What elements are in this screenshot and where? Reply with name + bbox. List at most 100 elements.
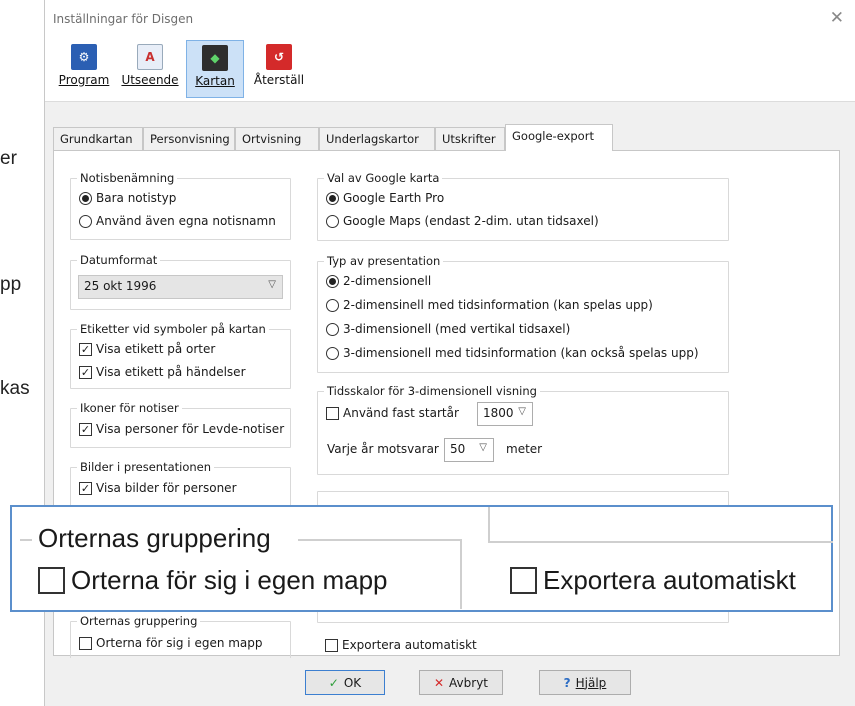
radio-indicator <box>326 214 339 228</box>
datumformat-select[interactable]: 25 okt 1996 ▽ <box>78 275 283 299</box>
radio-indicator <box>79 191 92 205</box>
select-value: 1800 <box>483 406 514 420</box>
radio-indicator <box>326 322 339 336</box>
option-label: Bara notistyp <box>96 191 177 205</box>
divider <box>20 539 32 541</box>
toolbar-label: Återställ <box>253 73 305 87</box>
radio-indicator <box>326 191 339 205</box>
tab-ortvisning[interactable]: Ortvisning <box>235 127 319 150</box>
help-button[interactable]: ? Hjälp <box>539 670 631 695</box>
radio-2d-tid[interactable]: 2-dimensinell med tidsinformation (kan s… <box>326 298 653 312</box>
group-title: Typ av presentation <box>324 254 444 268</box>
checkbox-etikett-orter[interactable]: ✓ Visa etikett på orter <box>79 342 215 356</box>
reset-icon: ↺ <box>266 44 292 70</box>
toolbar-program-button[interactable]: ⚙ Program <box>55 40 113 98</box>
check-icon: ✓ <box>79 481 92 495</box>
toolbar-kartan-button[interactable]: ◆ Kartan <box>186 40 244 98</box>
option-label: Använd fast startår <box>343 406 459 420</box>
radio-egna-notisnamn[interactable]: Använd även egna notisnamn <box>79 214 276 228</box>
radio-indicator <box>326 346 339 360</box>
tab-personvisning[interactable]: Personvisning <box>143 127 235 150</box>
button-label: Avbryt <box>449 675 489 690</box>
checkbox-levde-notiser[interactable]: ✓ Visa personer för Levde-notiser <box>79 422 284 436</box>
checkbox-indicator <box>79 636 92 650</box>
option-label: Exportera automatiskt <box>543 565 796 595</box>
zoom-callout: Orternas gruppering Orterna för sig i eg… <box>10 505 833 612</box>
option-label: Använd även egna notisnamn <box>96 214 276 228</box>
checkbox-exportera-automatiskt[interactable]: Exportera automatiskt <box>325 638 477 652</box>
group-title: Notisbenämning <box>77 171 178 185</box>
divider <box>488 507 490 543</box>
radio-indicator <box>326 298 339 312</box>
startar-select[interactable]: 1800 ▽ <box>477 402 533 426</box>
cancel-button[interactable]: ✕ Avbryt <box>419 670 503 695</box>
ikoner-group: Ikoner för notiser ✓ Visa personer för Le… <box>70 401 291 448</box>
radio-3d-tid[interactable]: 3-dimensionell med tidsinformation (kan … <box>326 346 699 360</box>
option-label: Google Earth Pro <box>343 191 445 205</box>
group-title: Datumformat <box>77 253 161 267</box>
radio-google-maps[interactable]: Google Maps (endast 2-dim. utan tidsaxel… <box>326 214 599 228</box>
tab-utskrifter[interactable]: Utskrifter <box>435 127 505 150</box>
cross-icon: ✕ <box>433 675 445 690</box>
radio-2d[interactable]: 2-dimensionell <box>326 274 431 288</box>
checkbox-indicator <box>326 406 339 420</box>
toolbar-reset-button[interactable]: ↺ Återställ <box>248 40 310 98</box>
checkbox-bilder-personer[interactable]: ✓ Visa bilder för personer <box>79 481 237 495</box>
check-icon: ✓ <box>79 342 92 356</box>
chevron-down-icon: ▽ <box>518 406 526 417</box>
option-label: Visa etikett på orter <box>96 342 216 356</box>
radio-3d[interactable]: 3-dimensionell (med vertikal tidsaxel) <box>326 322 570 336</box>
button-label: Hjälp <box>575 675 607 690</box>
tab-underlagskartor[interactable]: Underlagskartor <box>319 127 435 150</box>
group-title: Tidsskalor för 3-dimensionell visning <box>324 384 540 398</box>
zoom-checkbox-exportera[interactable]: Exportera automatiskt <box>510 565 796 596</box>
checkbox-egen-mapp[interactable]: Orterna för sig i egen mapp <box>79 636 263 650</box>
tab-google-export[interactable]: Google-export <box>505 124 613 151</box>
close-icon[interactable]: ✕ <box>830 8 844 28</box>
help-icon: ? <box>563 675 571 690</box>
checkbox-indicator <box>38 567 65 594</box>
divider <box>488 541 833 543</box>
option-label: Visa personer för Levde-notiser <box>96 422 285 436</box>
option-label: Visa etikett på händelser <box>96 365 246 379</box>
unit-label: meter <box>506 442 543 456</box>
toolbar-label: Program <box>58 73 110 87</box>
radio-google-earth-pro[interactable]: Google Earth Pro <box>326 191 444 205</box>
check-icon: ✓ <box>79 422 92 436</box>
notis-group: Notisbenämning Bara notistyp Använd även… <box>70 171 291 240</box>
zoom-checkbox-egen-mapp[interactable]: Orterna för sig i egen mapp <box>38 565 388 596</box>
divider <box>298 539 460 541</box>
scale-label: Varje år motsvarar <box>327 442 439 456</box>
group-title: Etiketter vid symboler på kartan <box>77 322 269 336</box>
checkmark-icon: ✓ <box>328 675 339 690</box>
toolbar: ⚙ Program A Utseende ◆ Kartan ↺ Återstäl… <box>45 36 855 102</box>
option-label: 3-dimensionell (med vertikal tidsaxel) <box>343 322 571 336</box>
option-label: Exportera automatiskt <box>342 638 477 652</box>
button-label: OK <box>343 675 362 690</box>
option-label: Orterna för sig i egen mapp <box>71 565 388 595</box>
toolbar-label: Kartan <box>195 74 235 88</box>
select-value: 25 okt 1996 <box>84 279 157 293</box>
option-label: 2-dimensinell med tidsinformation (kan s… <box>343 298 653 312</box>
background-text-fragment: er <box>0 148 17 169</box>
toolbar-label: Utseende <box>121 73 179 87</box>
checkbox-indicator <box>510 567 537 594</box>
radio-indicator <box>79 214 92 228</box>
orternas-group: Orternas gruppering Orterna för sig i eg… <box>70 614 291 661</box>
select-value: 50 <box>450 442 466 456</box>
scale-select[interactable]: 50 ▽ <box>444 438 494 462</box>
window-title: Inställningar för Disgen <box>53 12 194 26</box>
checkbox-etikett-handelser[interactable]: ✓ Visa etikett på händelser <box>79 365 246 379</box>
toolbar-utseende-button[interactable]: A Utseende <box>117 40 183 98</box>
tab-grundkartan[interactable]: Grundkartan <box>53 127 143 150</box>
ok-button[interactable]: ✓ OK <box>305 670 385 695</box>
radio-bara-notistyp[interactable]: Bara notistyp <box>79 191 176 205</box>
button-bar: ✓ OK ✕ Avbryt ? Hjälp <box>45 658 855 706</box>
zoom-group-title: Orternas gruppering <box>38 523 271 553</box>
appearance-icon: A <box>137 44 163 70</box>
gears-icon: ⚙ <box>71 44 97 70</box>
tidsskalor-group: Tidsskalor för 3-dimensionell visning An… <box>317 384 729 475</box>
radio-indicator <box>326 274 339 288</box>
checkbox-fast-startar[interactable]: Använd fast startår <box>326 406 459 420</box>
map-icon: ◆ <box>202 45 228 71</box>
